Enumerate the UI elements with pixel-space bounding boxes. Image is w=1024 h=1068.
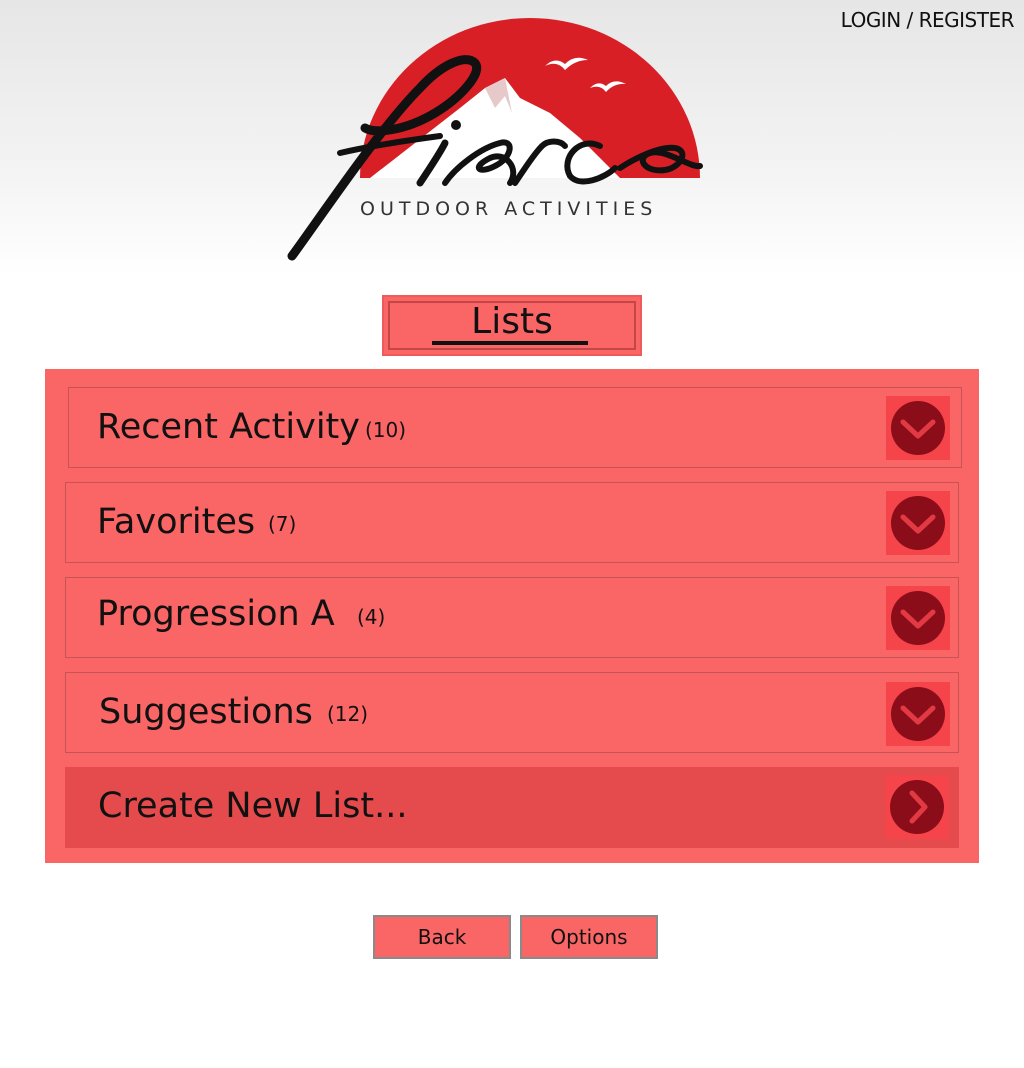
chevron-right-icon: [890, 780, 944, 834]
expand-button[interactable]: [886, 396, 950, 460]
create-new-list-button[interactable]: Create New List...: [65, 767, 959, 848]
chevron-down-icon: [891, 687, 945, 741]
page-title-underline: [432, 341, 588, 345]
fierce-logo: OUTDOOR ACTIVITIES: [287, 18, 703, 261]
page-title-box: Lists: [382, 295, 642, 356]
list-item-recent-activity[interactable]: Recent Activity (10): [68, 387, 962, 468]
list-item-label: Recent Activity: [97, 407, 360, 447]
list-item-favorites[interactable]: Favorites (7): [65, 482, 959, 563]
list-item-count: (4): [357, 605, 386, 629]
expand-button[interactable]: [886, 491, 950, 555]
chevron-down-icon: [891, 496, 945, 550]
lists-panel: Recent Activity (10) Favorites (7) Progr…: [45, 369, 979, 863]
create-new-list-label: Create New List...: [98, 786, 408, 826]
login-register-link[interactable]: LOGIN / REGISTER: [841, 8, 1015, 32]
chevron-down-icon: [891, 591, 945, 645]
list-item-progression-a[interactable]: Progression A (4): [65, 577, 959, 658]
list-item-label: Favorites: [97, 502, 256, 542]
list-item-suggestions[interactable]: Suggestions (12): [65, 672, 959, 753]
list-item-label: Suggestions: [99, 692, 313, 732]
list-item-count: (7): [268, 512, 297, 536]
list-item-count: (10): [365, 418, 407, 442]
options-button[interactable]: Options: [520, 915, 658, 959]
page-title: Lists: [471, 301, 553, 342]
list-item-label: Progression A: [97, 594, 335, 634]
chevron-down-icon: [891, 401, 945, 455]
logo-tagline: OUTDOOR ACTIVITIES: [360, 198, 657, 220]
list-item-count: (12): [327, 702, 369, 726]
expand-button[interactable]: [886, 682, 950, 746]
create-list-arrow-button[interactable]: [885, 775, 949, 839]
expand-button[interactable]: [886, 586, 950, 650]
back-button[interactable]: Back: [373, 915, 511, 959]
